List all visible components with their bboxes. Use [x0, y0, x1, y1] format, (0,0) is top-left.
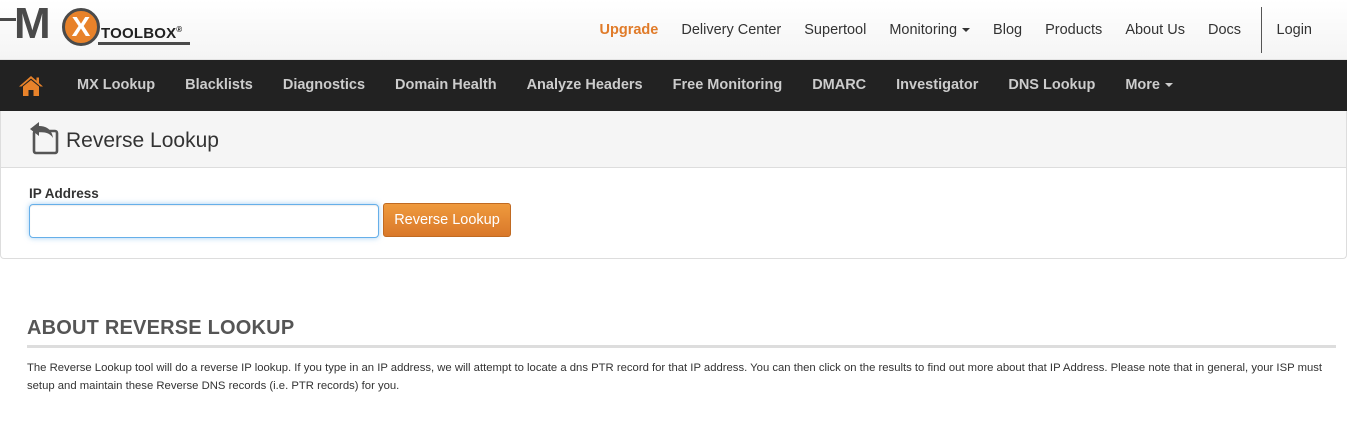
logo-letter-x: X	[62, 8, 100, 46]
chevron-down-icon	[962, 28, 971, 33]
logo-wordmark-text: TOOLBOX	[101, 25, 177, 42]
nav-more-label: More	[1125, 77, 1160, 93]
main-nav: MX Lookup Blacklists Diagnostics Domain …	[0, 60, 1347, 111]
top-nav-delivery-center[interactable]: Delivery Center	[670, 0, 793, 60]
top-nav-supertool[interactable]: Supertool	[793, 0, 878, 60]
top-header: M X TOOLBOX® Upgrade Delivery Center Sup…	[0, 0, 1347, 60]
nav-blacklists[interactable]: Blacklists	[170, 60, 268, 111]
top-nav-blog[interactable]: Blog	[982, 0, 1034, 60]
reverse-arrow-icon	[30, 122, 59, 155]
nav-free-monitoring[interactable]: Free Monitoring	[658, 60, 798, 111]
nav-mx-lookup[interactable]: MX Lookup	[62, 60, 170, 111]
home-icon	[19, 75, 43, 96]
mxtoolbox-logo[interactable]: M X TOOLBOX®	[0, 0, 200, 52]
nav-analyze-headers[interactable]: Analyze Headers	[512, 60, 658, 111]
top-nav-monitoring-label: Monitoring	[889, 22, 958, 38]
top-nav-divider	[1260, 7, 1262, 53]
top-nav-monitoring[interactable]: Monitoring	[878, 0, 982, 60]
nav-dns-lookup[interactable]: DNS Lookup	[993, 60, 1110, 111]
about-divider	[27, 345, 1336, 348]
nav-more[interactable]: More	[1110, 60, 1188, 111]
top-nav-upgrade[interactable]: Upgrade	[588, 0, 670, 60]
top-nav-docs[interactable]: Docs	[1196, 0, 1252, 60]
nav-investigator[interactable]: Investigator	[881, 60, 993, 111]
nav-domain-health[interactable]: Domain Health	[380, 60, 512, 111]
reverse-lookup-button[interactable]: Reverse Lookup	[383, 203, 511, 237]
reverse-lookup-panel: Reverse Lookup IP Address Reverse Lookup	[0, 111, 1347, 259]
home-button[interactable]	[0, 60, 62, 111]
panel-header: Reverse Lookup	[1, 111, 1346, 168]
logo-registered-mark: ®	[176, 25, 183, 34]
logo-underline	[98, 42, 190, 45]
logo-letter-m: M	[14, 0, 51, 48]
page-title: Reverse Lookup	[66, 129, 219, 152]
top-nav-products[interactable]: Products	[1034, 0, 1114, 60]
top-nav-about-us[interactable]: About Us	[1114, 0, 1197, 60]
top-nav: Upgrade Delivery Center Supertool Monito…	[588, 0, 1347, 60]
login-link[interactable]: Login	[1264, 0, 1347, 60]
chevron-down-icon	[1165, 83, 1173, 88]
about-description: The Reverse Lookup tool will do a revers…	[27, 362, 1323, 392]
ip-address-input[interactable]	[29, 204, 379, 238]
nav-diagnostics[interactable]: Diagnostics	[268, 60, 380, 111]
about-title: ABOUT REVERSE LOOKUP	[27, 317, 295, 339]
logo-wordmark: TOOLBOX®	[101, 21, 182, 43]
ip-address-label: IP Address	[29, 186, 99, 201]
nav-dmarc[interactable]: DMARC	[797, 60, 881, 111]
